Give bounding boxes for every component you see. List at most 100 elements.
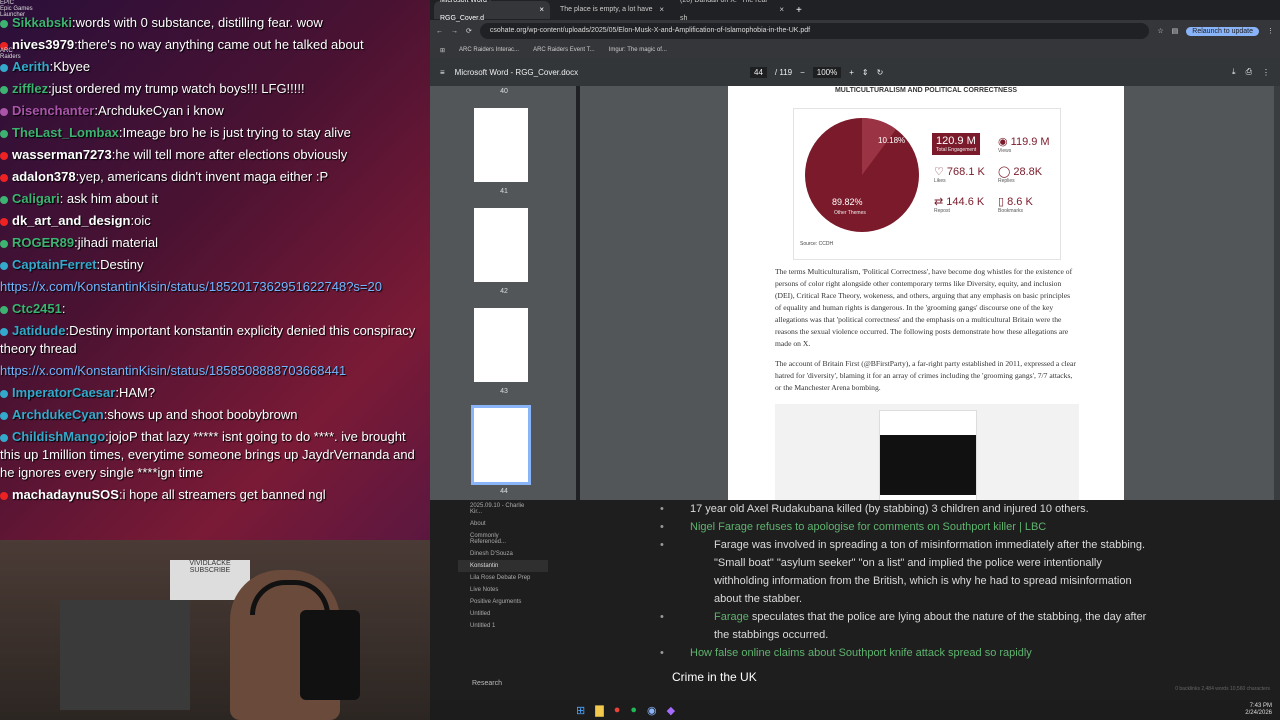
chat-username[interactable]: CaptainFerret [12,257,97,272]
chat-separator: : [61,301,66,316]
zoom-in-icon[interactable]: + [849,68,854,77]
embedded-post [775,404,1079,500]
badge-icon [0,195,8,204]
note-file-item[interactable]: Konstantin [458,560,548,572]
windows-icon[interactable]: ⊞ [576,704,585,717]
chat-message: machadaynuSOS:i hope all streamers get b… [0,484,430,506]
chat-username[interactable]: ChildishMango [12,429,105,444]
url-field[interactable]: csohate.org/wp-content/uploads/2025/05/E… [479,23,1150,39]
figure-source: Source: CCDH [800,241,834,247]
system-clock[interactable]: 7:43 PM 2/24/2026 [1245,703,1272,717]
note-file-item[interactable]: Positive Arguments [458,596,548,608]
note-file-item[interactable]: 2025.09.10 - Charlie Kir... [458,500,548,518]
chat-link[interactable]: https://x.com/KonstantinKisin/status/185… [0,363,346,378]
page-input[interactable]: 44 [750,66,767,78]
back-icon[interactable]: ← [436,28,443,35]
star-icon[interactable]: ☆ [1157,27,1163,35]
chat-text: HAM? [118,385,156,400]
obsidian-icon[interactable]: ◆ [667,704,675,717]
chat-username[interactable]: Ctc2451 [12,301,62,316]
pdf-viewer[interactable]: MULTICULTURALISM AND POLITICAL CORRECTNE… [580,86,1280,500]
note-file-item[interactable]: Dinesh D'Souza [458,548,548,560]
chat-message: Aerith:Kbyee [0,56,430,78]
bookmark-item[interactable]: Imgur: The magic of... [609,47,667,53]
note-link[interactable]: Nigel Farage refuses to apologise for co… [690,521,1046,533]
note-link[interactable]: How false online claims about Southport … [690,647,1032,659]
chat-message: ChildishMango:jojoP that lazy ***** isnt… [0,426,430,484]
close-icon[interactable]: × [659,1,664,19]
fit-page-icon[interactable]: ⇕ [862,68,869,77]
tab-reddit[interactable]: The place is empty, a lot have × [554,1,670,19]
note-link[interactable]: Farage [714,611,749,623]
address-bar-row: ← → ⟳ csohate.org/wp-content/uploads/202… [430,20,1280,42]
chat-username[interactable]: ROGER89 [12,235,74,250]
chat-text: i hope all streamers get banned ngl [122,487,326,502]
note-line: 17 year old Axel Rudakubana killed (by s… [660,500,1152,518]
download-icon[interactable]: ⤓ [1232,67,1236,77]
tab-x[interactable]: (20) Dandalf on X: "The real sh × [674,0,790,22]
chat-message: https://x.com/KonstantinKisin/status/185… [0,276,430,298]
chat-username[interactable]: Caligari [12,191,60,206]
stat-engagement: 120.9 M Total Engagement [932,133,981,155]
thumb-page-43[interactable] [474,308,528,382]
chat-username[interactable]: adalon378 [12,169,76,184]
new-tab-icon[interactable]: + [796,5,802,16]
relaunch-button[interactable]: Relaunch to update [1186,26,1259,36]
chat-username[interactable]: machadaynuSOS [12,487,119,502]
note-text: speculates that the police are lying abo… [714,611,1147,641]
vault-name[interactable]: Research [472,680,502,687]
chat-username[interactable]: dk_art_and_design [12,213,131,228]
chat-message: zifflez:just ordered my trump watch boys… [0,78,430,100]
chrome-icon[interactable]: ● [614,704,621,717]
note-file-item[interactable]: Lila Rose Debate Prep [458,572,548,584]
spotify-icon[interactable]: ● [630,704,637,717]
folder-icon[interactable]: ▇ [595,704,603,717]
chat-message: CaptainFerret:Destiny [0,254,430,276]
chat-username[interactable]: ArchdukeCyan [12,407,104,422]
chat-message: TheLast_Lombax:Imeage bro he is just try… [0,122,430,144]
apps-icon[interactable]: ⊞ [440,47,445,54]
thumb-page-42[interactable] [474,208,528,282]
chat-text: jihadi material [77,235,158,250]
note-file-item[interactable]: Live Notes [458,584,548,596]
bookmarks-bar: ⊞ ARC Raiders Interac... ARC Raiders Eve… [430,42,1280,58]
note-stats: 0 backlinks 2,484 words 10,560 character… [1175,686,1270,692]
pie-chart: 10.18% 89.82% Other Themes [805,118,919,232]
chat-message: adalon378:yep, americans didn't invent m… [0,166,430,188]
chat-message: Sikkabski:words with 0 substance, distil… [0,12,430,34]
note-file-item[interactable]: Commonly Referenced... [458,530,548,548]
chat-username[interactable]: wasserman7273 [12,147,112,162]
note-line: Farage was involved in spreading a ton o… [660,536,1152,608]
tab-bar: Microsoft Word - RGG_Cover.d × The place … [430,0,1280,22]
hamburger-icon[interactable]: ≡ [440,68,445,77]
chat-message: Caligari: ask him about it [0,188,430,210]
more-icon[interactable]: ⋮ [1262,68,1270,77]
close-icon[interactable]: × [539,1,544,19]
steam-icon[interactable]: ◉ [647,704,657,717]
note-file-item[interactable]: About [458,518,548,530]
close-icon[interactable]: × [779,1,784,19]
print-icon[interactable]: ⎙ [1246,67,1252,77]
note-file-item[interactable]: Untitled [458,608,548,620]
thumb-page-44[interactable] [471,405,531,485]
zoom-out-icon[interactable]: − [800,68,805,77]
shortcut-arc[interactable]: ARC Raiders [0,48,34,60]
chat-username[interactable]: Jatidude [12,323,65,338]
reload-icon[interactable]: ⟳ [466,27,472,35]
chat-username[interactable]: ImperatorCaesar [12,385,115,400]
bookmark-item[interactable]: ARC Raiders Interac... [459,47,519,53]
shortcut-epic-label[interactable]: Epic Games Launcher [0,6,34,18]
paragraph-2: The account of Britain First (@BFirstPar… [775,359,1076,392]
chat-link[interactable]: https://x.com/KonstantinKisin/status/185… [0,279,382,294]
zoom-input[interactable]: 100% [812,66,842,78]
stat-bookmarks: ▯ 8.6 K Bookmarks [998,195,1033,214]
tab-pdf[interactable]: Microsoft Word - RGG_Cover.d × [434,0,550,22]
rotate-icon[interactable]: ↻ [877,68,884,77]
thumb-page-41[interactable] [474,108,528,182]
note-file-item[interactable]: Untitled 1 [458,620,548,632]
bookmark-item[interactable]: ARC Raiders Event T... [533,47,595,53]
extensions-icon[interactable]: ▤ [1172,27,1179,35]
scrollbar[interactable] [1274,86,1280,500]
forward-icon[interactable]: → [451,28,458,35]
menu-icon[interactable]: ⋮ [1267,27,1274,35]
